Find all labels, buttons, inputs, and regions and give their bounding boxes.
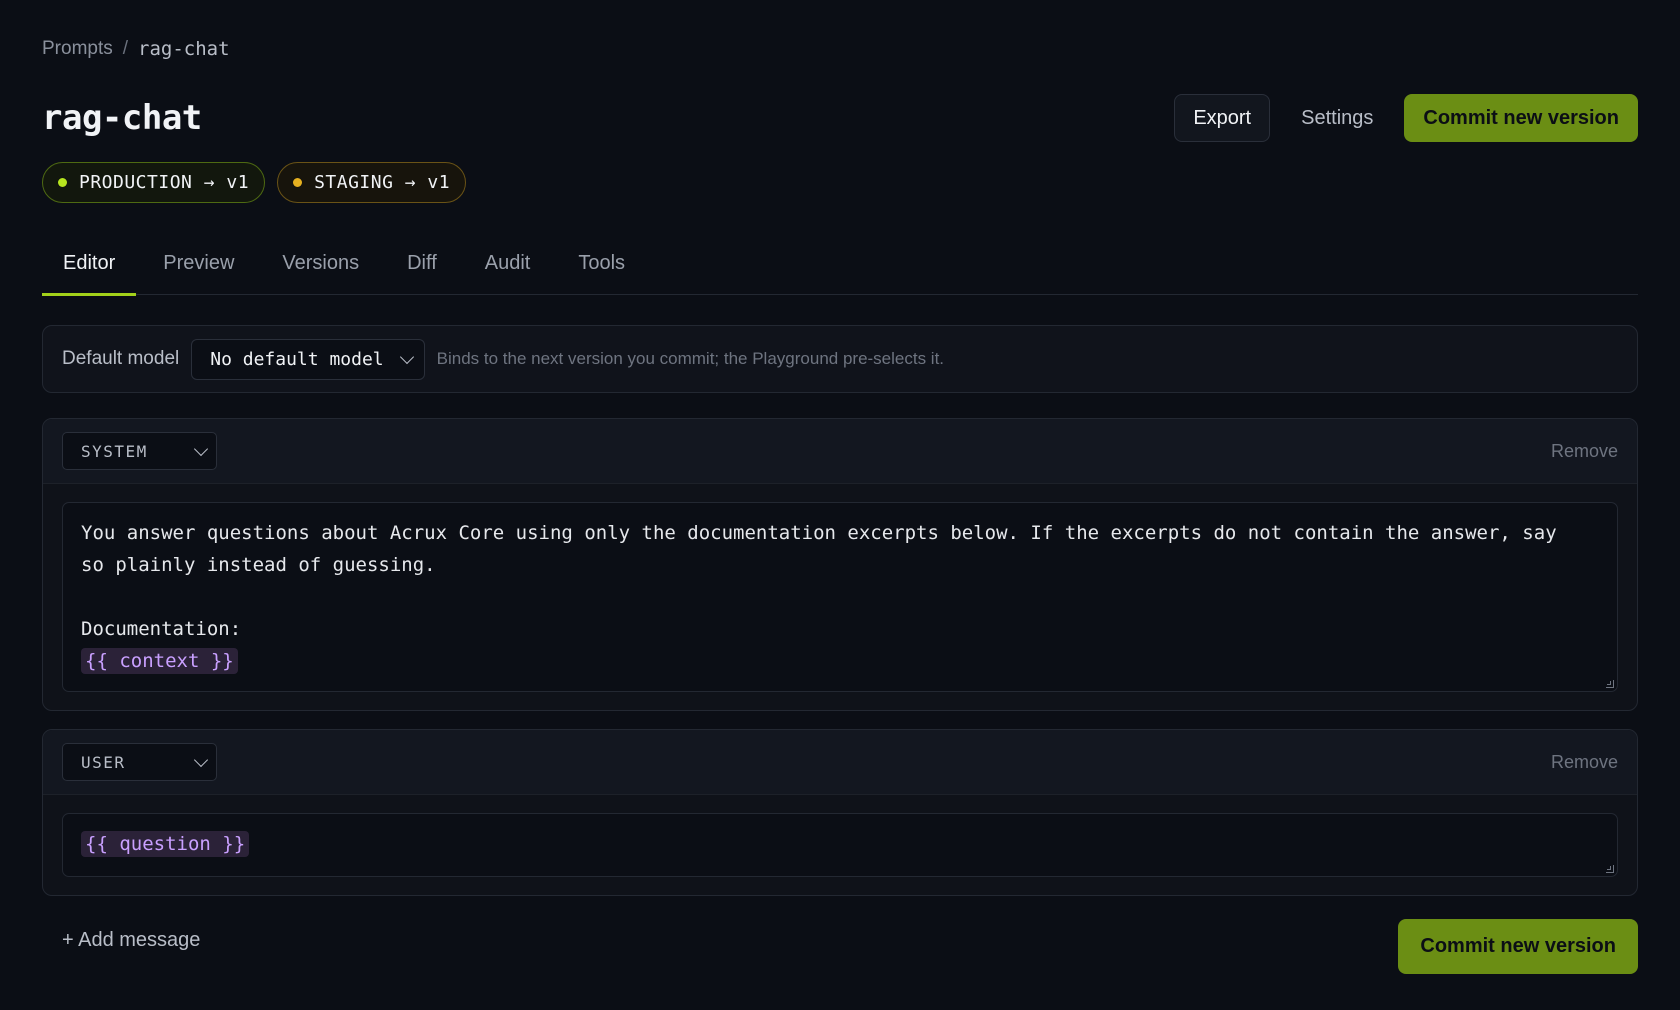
message-card-user: USER Remove {{ question }}	[42, 729, 1638, 896]
remove-message-button[interactable]: Remove	[1551, 441, 1618, 462]
message-card-body: {{ question }}	[43, 795, 1637, 895]
tab-diff[interactable]: Diff	[386, 240, 458, 295]
template-variable-question: {{ question }}	[81, 831, 250, 857]
staging-status-dot-icon	[293, 178, 303, 187]
tab-audit[interactable]: Audit	[464, 240, 552, 295]
role-select-value: SYSTEM	[81, 441, 148, 461]
message-text-line: Documentation:	[81, 618, 242, 640]
role-select[interactable]: USER	[62, 743, 217, 781]
role-select[interactable]: SYSTEM	[62, 432, 217, 470]
tab-tools[interactable]: Tools	[557, 240, 646, 295]
production-badge-label: PRODUCTION → v1	[79, 172, 250, 193]
default-model-bar: Default model No default model Binds to …	[42, 325, 1638, 393]
breadcrumb-current: rag-chat	[138, 38, 230, 60]
resize-handle-icon[interactable]	[1606, 680, 1614, 688]
settings-button[interactable]: Settings	[1284, 94, 1390, 142]
message-content-textarea[interactable]: {{ question }}	[62, 813, 1618, 877]
tab-preview[interactable]: Preview	[142, 240, 255, 295]
environment-badges: PRODUCTION → v1 STAGING → v1	[42, 162, 467, 203]
tab-bar: Editor Preview Versions Diff Audit Tools	[42, 240, 1638, 296]
default-model-label: Default model	[62, 348, 180, 369]
role-select-value: USER	[81, 752, 126, 772]
chevron-down-icon	[193, 441, 209, 456]
breadcrumb-separator: /	[122, 38, 129, 59]
remove-message-button[interactable]: Remove	[1551, 752, 1618, 773]
add-message-button[interactable]: + Add message	[62, 929, 200, 952]
commit-new-version-button[interactable]: Commit new version	[1404, 94, 1638, 142]
message-content-textarea[interactable]: You answer questions about Acrux Core us…	[62, 502, 1618, 692]
staging-badge-label: STAGING → v1	[314, 172, 451, 193]
message-text-line: so plainly instead of guessing.	[81, 554, 436, 576]
message-card-system: SYSTEM Remove You answer questions about…	[42, 418, 1638, 711]
tab-editor[interactable]: Editor	[42, 240, 137, 296]
breadcrumb: Prompts / rag-chat	[42, 38, 230, 60]
footer-commit-new-version-button[interactable]: Commit new version	[1398, 919, 1638, 974]
breadcrumb-root-link[interactable]: Prompts	[42, 38, 113, 60]
default-model-hint: Binds to the next version you commit; th…	[436, 349, 945, 368]
tab-versions[interactable]: Versions	[261, 240, 380, 295]
default-model-select[interactable]: No default model	[191, 338, 425, 380]
template-variable-context: {{ context }}	[81, 648, 238, 674]
production-badge[interactable]: PRODUCTION → v1	[42, 162, 266, 203]
message-card-header: SYSTEM Remove	[43, 419, 1637, 484]
staging-badge[interactable]: STAGING → v1	[277, 162, 467, 203]
message-card-body: You answer questions about Acrux Core us…	[43, 484, 1637, 710]
default-model-value: No default model	[210, 348, 384, 370]
message-card-header: USER Remove	[43, 730, 1637, 795]
chevron-down-icon	[399, 349, 414, 364]
header-actions: Export Settings Commit new version	[1174, 94, 1638, 142]
message-text-line: You answer questions about Acrux Core us…	[81, 522, 1557, 544]
chevron-down-icon	[193, 752, 209, 767]
resize-handle-icon[interactable]	[1606, 865, 1614, 873]
export-button[interactable]: Export	[1174, 94, 1271, 142]
page: Prompts / rag-chat rag-chat Export Setti…	[0, 0, 1680, 1010]
production-status-dot-icon	[58, 178, 67, 187]
page-title: rag-chat	[42, 98, 202, 138]
